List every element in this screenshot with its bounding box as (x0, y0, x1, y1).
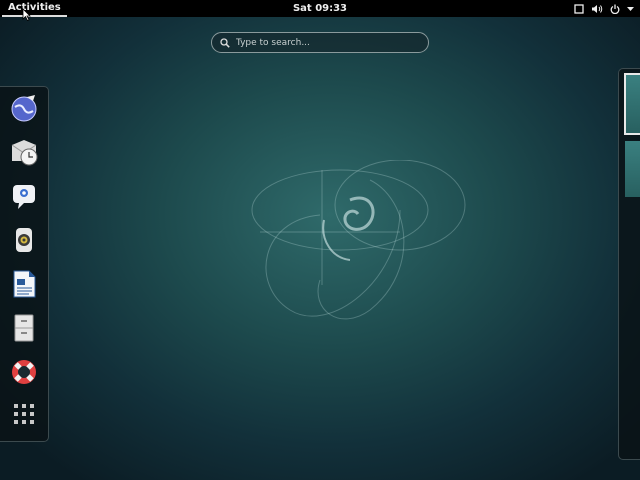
chat-icon (9, 181, 39, 215)
show-applications-button[interactable] (7, 399, 41, 433)
menu-arrow-icon[interactable] (627, 6, 634, 12)
clock[interactable]: Sat 09:33 (293, 0, 347, 17)
workspace-thumbnail-2[interactable] (625, 141, 640, 197)
help-launcher[interactable] (7, 357, 41, 391)
power-icon[interactable] (610, 4, 620, 14)
top-bar: Activities Sat 09:33 (0, 0, 640, 17)
mail-clock-icon (9, 137, 39, 171)
chat-launcher[interactable] (7, 181, 41, 215)
speaker-icon (9, 225, 39, 259)
window-icon[interactable] (574, 3, 584, 14)
file-cabinet-launcher[interactable] (7, 313, 41, 347)
help-lifebuoy-icon (9, 357, 39, 391)
file-cabinet-icon (9, 313, 39, 347)
mouse-cursor-icon (22, 8, 31, 21)
system-tray[interactable] (574, 0, 634, 17)
workspace-switcher (618, 68, 640, 460)
writer-launcher[interactable] (7, 269, 41, 303)
activities-button[interactable]: Activities (2, 0, 67, 17)
workspace-thumbnail-1[interactable] (624, 73, 640, 135)
search-input[interactable] (236, 37, 416, 48)
dash (0, 86, 49, 442)
show-applications-icon (13, 403, 35, 429)
volume-icon[interactable] (591, 4, 603, 14)
web-browser-launcher[interactable] (7, 93, 41, 127)
speaker-launcher[interactable] (7, 225, 41, 259)
debian-swirl-logo (251, 160, 466, 320)
search-bar[interactable] (211, 32, 429, 53)
mail-clock-launcher[interactable] (7, 137, 41, 171)
web-browser-icon (9, 93, 39, 127)
writer-document-icon (9, 269, 39, 303)
search-icon (220, 33, 230, 52)
